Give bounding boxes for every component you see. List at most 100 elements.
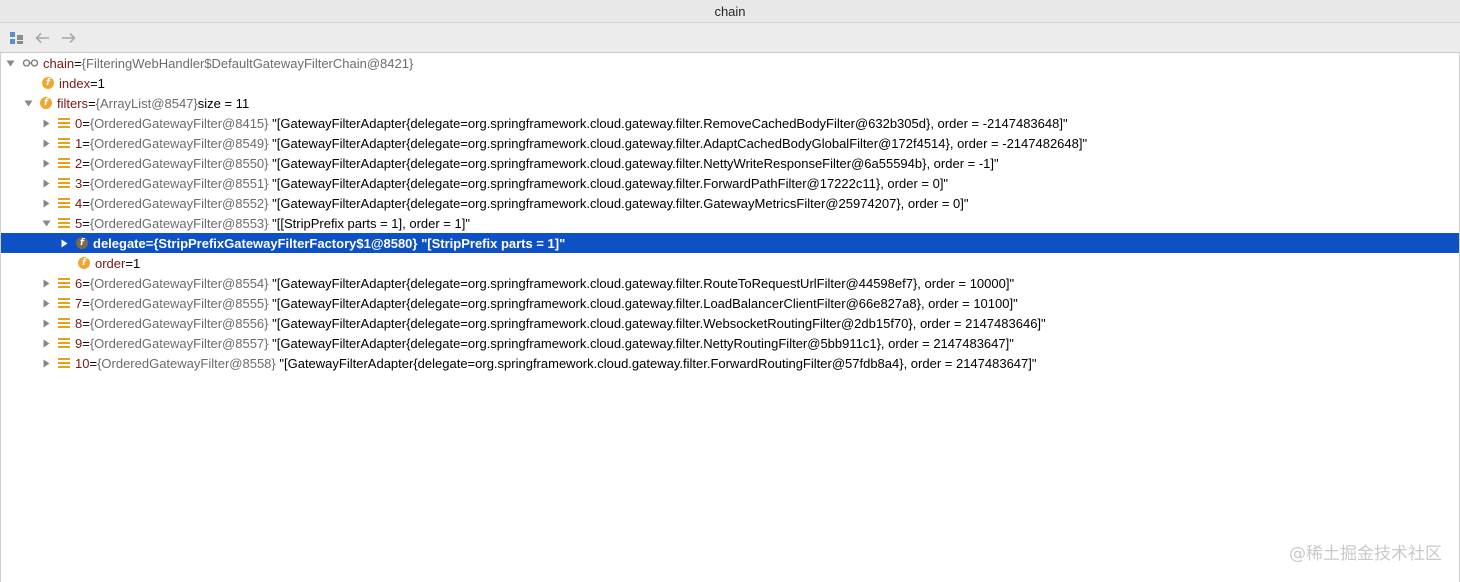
var-name: 1 bbox=[75, 135, 83, 151]
var-name: 7 bbox=[75, 295, 83, 311]
var-value: "[GatewayFilterAdapter{delegate=org.spri… bbox=[272, 135, 1088, 151]
tree-row-order[interactable]: f order = 1 bbox=[1, 253, 1459, 273]
var-type: {FilteringWebHandler$DefaultGatewayFilte… bbox=[81, 55, 414, 71]
var-value: "[GatewayFilterAdapter{delegate=org.spri… bbox=[272, 335, 1014, 351]
list-element-icon bbox=[57, 276, 71, 290]
var-value: "[GatewayFilterAdapter{delegate=org.spri… bbox=[272, 275, 1015, 291]
window-title-bar: chain bbox=[0, 0, 1460, 23]
tree-row-item-8[interactable]: 8 = {OrderedGatewayFilter@8556} "[Gatewa… bbox=[1, 313, 1459, 333]
expanded-arrow-icon[interactable] bbox=[41, 218, 51, 228]
var-name: 9 bbox=[75, 335, 83, 351]
var-value: "[GatewayFilterAdapter{delegate=org.spri… bbox=[272, 175, 949, 191]
collapsed-arrow-icon[interactable] bbox=[41, 178, 51, 188]
tree-row-item-9[interactable]: 9 = {OrderedGatewayFilter@8557} "[Gatewa… bbox=[1, 333, 1459, 353]
tree-row-item-3[interactable]: 3 = {OrderedGatewayFilter@8551} "[Gatewa… bbox=[1, 173, 1459, 193]
tree-row-item-2[interactable]: 2 = {OrderedGatewayFilter@8550} "[Gatewa… bbox=[1, 153, 1459, 173]
back-arrow-icon[interactable] bbox=[34, 30, 50, 46]
equals-sign: = bbox=[88, 95, 96, 111]
var-value: 1 bbox=[132, 255, 141, 271]
restore-layout-icon[interactable] bbox=[8, 30, 24, 46]
var-type: {OrderedGatewayFilter@8553} bbox=[89, 215, 269, 231]
var-value: "[GatewayFilterAdapter{delegate=org.spri… bbox=[279, 355, 1037, 371]
collapsed-arrow-icon[interactable] bbox=[41, 318, 51, 328]
tree-row-filters[interactable]: f filters = {ArrayList@8547} size = 11 bbox=[1, 93, 1459, 113]
var-value: "[GatewayFilterAdapter{delegate=org.spri… bbox=[272, 115, 1068, 131]
var-name: 8 bbox=[75, 315, 83, 331]
var-name: 5 bbox=[75, 215, 83, 231]
var-type: {ArrayList@8547} bbox=[95, 95, 198, 111]
var-type: {OrderedGatewayFilter@8550} bbox=[89, 155, 269, 171]
tree-row-item-1[interactable]: 1 = {OrderedGatewayFilter@8549} "[Gatewa… bbox=[1, 133, 1459, 153]
equals-sign: = bbox=[82, 115, 90, 131]
var-value: "[GatewayFilterAdapter{delegate=org.spri… bbox=[272, 155, 999, 171]
equals-sign: = bbox=[74, 55, 82, 71]
var-type: {OrderedGatewayFilter@8551} bbox=[89, 175, 269, 191]
list-element-icon bbox=[57, 156, 71, 170]
tree-row-item-10[interactable]: 10 = {OrderedGatewayFilter@8558} "[Gatew… bbox=[1, 353, 1459, 373]
tree-row-item-6[interactable]: 6 = {OrderedGatewayFilter@8554} "[Gatewa… bbox=[1, 273, 1459, 293]
equals-sign: = bbox=[82, 295, 90, 311]
var-name: 6 bbox=[75, 275, 83, 291]
tree-row-item-4[interactable]: 4 = {OrderedGatewayFilter@8552} "[Gatewa… bbox=[1, 193, 1459, 213]
field-icon: f bbox=[77, 256, 91, 270]
var-name: 3 bbox=[75, 175, 83, 191]
equals-sign: = bbox=[90, 75, 98, 91]
var-value: "[[StripPrefix parts = 1], order = 1]" bbox=[272, 215, 470, 231]
collapsed-arrow-icon[interactable] bbox=[41, 338, 51, 348]
forward-arrow-icon[interactable] bbox=[60, 30, 76, 46]
var-name: delegate bbox=[93, 235, 146, 251]
var-value: "[GatewayFilterAdapter{delegate=org.spri… bbox=[272, 295, 1018, 311]
collapsed-arrow-icon[interactable] bbox=[41, 358, 51, 368]
equals-sign: = bbox=[125, 255, 133, 271]
equals-sign: = bbox=[82, 215, 90, 231]
var-name: index bbox=[59, 75, 91, 91]
list-element-icon bbox=[57, 296, 71, 310]
equals-sign: = bbox=[82, 335, 90, 351]
var-type: {OrderedGatewayFilter@8415} bbox=[89, 115, 269, 131]
tree-row-index[interactable]: f index = 1 bbox=[1, 73, 1459, 93]
var-type: {OrderedGatewayFilter@8556} bbox=[89, 315, 269, 331]
collapsed-arrow-icon[interactable] bbox=[59, 238, 69, 248]
tree-row-chain[interactable]: chain = {FilteringWebHandler$DefaultGate… bbox=[1, 53, 1459, 73]
var-name: 2 bbox=[75, 155, 83, 171]
list-element-icon bbox=[57, 116, 71, 130]
tree-row-delegate[interactable]: f delegate = {StripPrefixGatewayFilterFa… bbox=[1, 233, 1459, 253]
collapsed-arrow-icon[interactable] bbox=[41, 118, 51, 128]
var-value: "[StripPrefix parts = 1]" bbox=[421, 235, 566, 251]
var-name: 0 bbox=[75, 115, 83, 131]
tree-row-item-5[interactable]: 5 = {OrderedGatewayFilter@8553} "[[Strip… bbox=[1, 213, 1459, 233]
collapsed-arrow-icon[interactable] bbox=[41, 158, 51, 168]
var-type: {OrderedGatewayFilter@8555} bbox=[89, 295, 269, 311]
var-type: {OrderedGatewayFilter@8554} bbox=[89, 275, 269, 291]
field-icon: f bbox=[39, 96, 53, 110]
equals-sign: = bbox=[89, 355, 98, 371]
var-type: {OrderedGatewayFilter@8549} bbox=[89, 135, 269, 151]
equals-sign: = bbox=[82, 315, 90, 331]
expanded-arrow-icon[interactable] bbox=[23, 98, 33, 108]
collapsed-arrow-icon[interactable] bbox=[41, 278, 51, 288]
collapsed-arrow-icon[interactable] bbox=[41, 298, 51, 308]
var-name: order bbox=[95, 255, 126, 271]
var-value: "[GatewayFilterAdapter{delegate=org.spri… bbox=[272, 315, 1046, 331]
list-element-icon bbox=[57, 216, 71, 230]
equals-sign: = bbox=[82, 195, 90, 211]
tree-row-item-0[interactable]: 0 = {OrderedGatewayFilter@8415} "[Gatewa… bbox=[1, 113, 1459, 133]
var-name: 4 bbox=[75, 195, 83, 211]
field-icon: f bbox=[75, 236, 89, 250]
equals-sign: = bbox=[82, 135, 90, 151]
toolbar bbox=[0, 23, 1460, 53]
var-name: 10 bbox=[75, 355, 90, 371]
list-element-icon bbox=[57, 136, 71, 150]
var-name: chain bbox=[43, 55, 75, 71]
collapsed-arrow-icon[interactable] bbox=[41, 138, 51, 148]
equals-sign: = bbox=[82, 175, 90, 191]
var-type: {OrderedGatewayFilter@8558} bbox=[97, 355, 276, 371]
var-type: {OrderedGatewayFilter@8552} bbox=[89, 195, 269, 211]
var-type: {StripPrefixGatewayFilterFactory$1@8580} bbox=[153, 235, 418, 251]
var-value: 1 bbox=[97, 75, 105, 91]
tree-row-item-7[interactable]: 7 = {OrderedGatewayFilter@8555} "[Gatewa… bbox=[1, 293, 1459, 313]
list-element-icon bbox=[57, 336, 71, 350]
var-type: {OrderedGatewayFilter@8557} bbox=[89, 335, 269, 351]
expanded-arrow-icon[interactable] bbox=[5, 58, 15, 68]
collapsed-arrow-icon[interactable] bbox=[41, 198, 51, 208]
